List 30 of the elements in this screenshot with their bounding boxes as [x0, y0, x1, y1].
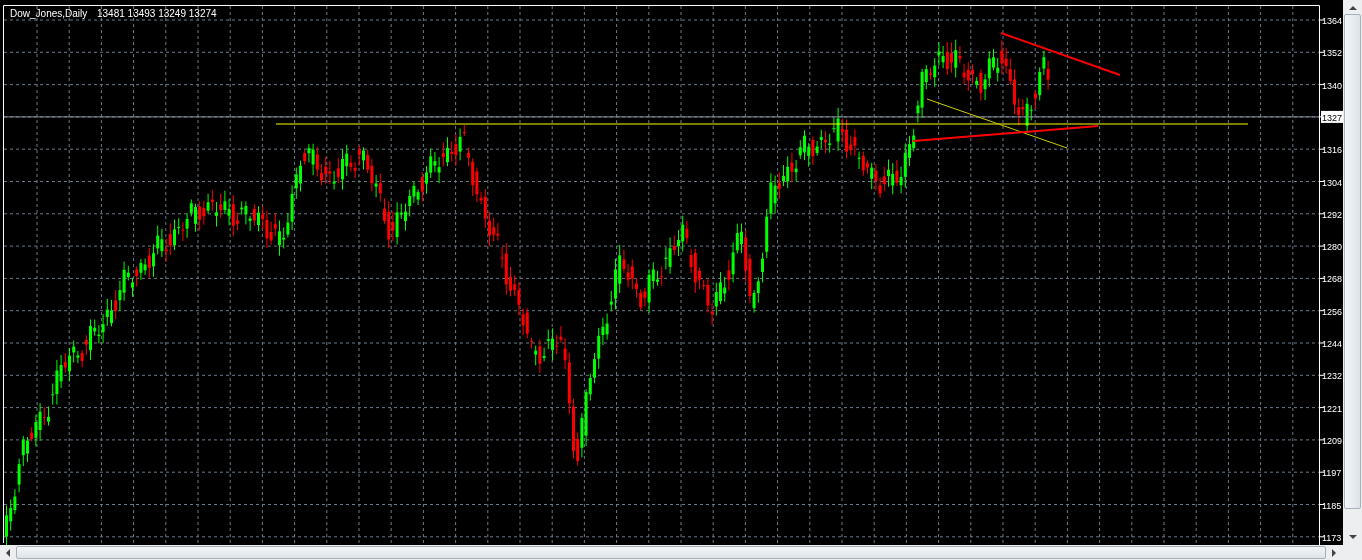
ohlc-values: 13481 13493 13249 13274 — [97, 8, 217, 19]
scroll-left-icon[interactable] — [6, 548, 10, 557]
price-label: 1197 — [1322, 468, 1342, 479]
scroll-right-icon[interactable] — [1332, 548, 1336, 557]
price-label: 1292 — [1322, 209, 1343, 220]
price-label: 1185 — [1322, 500, 1342, 511]
price-label: 1268 — [1322, 274, 1343, 285]
chart-title: Dow_Jones,Daily — [10, 8, 88, 19]
price-label: 1316 — [1322, 145, 1343, 156]
trend-line[interactable] — [926, 98, 1068, 149]
price-label: 1364 — [1322, 16, 1343, 26]
price-label: 1232 — [1322, 371, 1343, 382]
scroll-down-icon[interactable] — [1348, 535, 1357, 539]
price-label: 1340 — [1322, 80, 1343, 91]
trend-line[interactable] — [912, 125, 1099, 142]
price-label: 1304 — [1322, 177, 1343, 188]
vertical-scrollbar[interactable] — [1343, 0, 1362, 545]
scrollbar-thumb[interactable] — [16, 546, 1326, 559]
price-label: 1256 — [1322, 306, 1343, 317]
price-label: 1173 — [1322, 532, 1342, 543]
price-label: 1280 — [1322, 242, 1343, 253]
price-label: 1352 — [1322, 48, 1343, 59]
price-label: 1221 — [1322, 403, 1343, 414]
price-label: 1209 — [1322, 435, 1343, 446]
price-label: 1244 — [1322, 339, 1343, 349]
scroll-up-icon[interactable] — [1348, 6, 1357, 10]
trend-line[interactable] — [1000, 32, 1121, 76]
price-label: 1327 — [1322, 112, 1343, 123]
scrollbar-thumb[interactable] — [1344, 14, 1361, 509]
horizontal-scrollbar[interactable] — [0, 545, 1362, 560]
